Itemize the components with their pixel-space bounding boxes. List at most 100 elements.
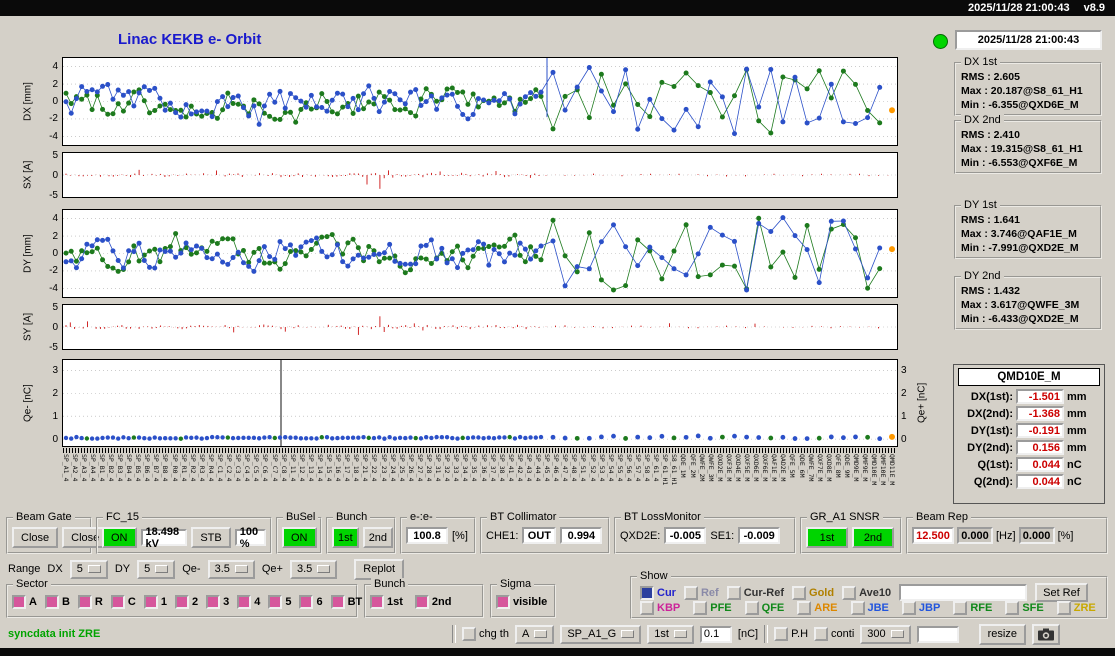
sector-checkbox-c[interactable]: C xyxy=(110,595,136,609)
x-tick-label: QDE_9M xyxy=(842,454,851,478)
x-tick-label: SP_27_4 xyxy=(415,454,424,482)
show-checkbox-are[interactable]: ARE xyxy=(797,601,838,615)
camera-icon xyxy=(1037,628,1054,640)
bunch-select-group: Bunch 1st 2nd xyxy=(364,578,484,618)
sector-checkbox-3[interactable]: 3 xyxy=(206,595,229,609)
ee-ratio-label: e-:e- xyxy=(407,511,436,524)
beam-rep-percent-unit: [%] xyxy=(1057,529,1074,542)
set-ref-button[interactable]: Set Ref xyxy=(1035,583,1088,602)
mode-value: A xyxy=(521,628,530,640)
show-checkbox-pfe[interactable]: PFE xyxy=(693,601,732,615)
snsr-2nd-button[interactable]: 2nd xyxy=(852,527,894,548)
sector-checkbox-a[interactable]: A xyxy=(12,595,37,609)
x-tick-label: SP_53_4 xyxy=(597,454,606,482)
monitor-row-label: DY(2nd): xyxy=(967,441,1013,454)
bunch-select[interactable]: 1st xyxy=(647,624,694,644)
x-tick-label: SP_35_4 xyxy=(470,454,479,482)
show-checkbox-are-label: ARE xyxy=(814,602,838,614)
show-checkbox-zre[interactable]: ZRE xyxy=(1056,601,1096,615)
replot-button[interactable]: Replot xyxy=(354,558,405,580)
sector-checkbox-a-label: A xyxy=(29,596,37,608)
snsr-1st-button[interactable]: 1st xyxy=(806,527,848,548)
dropdown-indicator-icon xyxy=(673,630,687,638)
show-checkbox-gold[interactable]: Gold xyxy=(792,585,835,600)
x-tick-label: SP_15_4 xyxy=(325,454,334,482)
x-tick-label: QMD11E_M xyxy=(888,454,897,486)
range-qe-plus-label: Qe+ xyxy=(261,563,283,575)
sector-checkbox-bt-indicator xyxy=(330,595,345,609)
ph-indicator xyxy=(774,627,789,641)
interval-select[interactable]: 300 xyxy=(860,624,911,644)
monitor-title: QMD10E_M xyxy=(958,368,1100,386)
x-tick-label: SP_B8_4 xyxy=(161,454,170,482)
sector-checkbox-b[interactable]: B xyxy=(44,595,70,609)
sector-checkbox-1[interactable]: 1 xyxy=(143,595,167,609)
screenshot-button[interactable] xyxy=(1031,623,1060,645)
sector-checkbox-4[interactable]: 4 xyxy=(237,595,260,609)
show-checkbox-kbp[interactable]: KBP xyxy=(640,601,680,615)
show-checkbox-ref[interactable]: Ref xyxy=(683,585,719,600)
show-checkbox-gold-label: Gold xyxy=(809,586,835,599)
show-checkbox-sfe[interactable]: SFE xyxy=(1005,601,1044,615)
range-qe-minus-value: 3.5 xyxy=(214,563,230,575)
bunch-2nd-button[interactable]: 2nd xyxy=(362,527,394,548)
sector-checkbox-6[interactable]: 6 xyxy=(299,595,323,609)
stats-min: Min : -7.991@QXD2E_M xyxy=(961,242,1079,254)
stats-group-title: DY 1st xyxy=(961,199,1000,212)
y-tick-label: 4 xyxy=(52,213,58,225)
chg-th-checkbox[interactable]: chg th xyxy=(462,627,509,641)
x-tick-label: QXD8E_M xyxy=(824,454,833,482)
show-checkbox-jbe[interactable]: JBE xyxy=(850,601,889,615)
sector-checkbox-bt[interactable]: BT xyxy=(330,595,362,609)
fc15-stb-button[interactable]: STB xyxy=(191,527,231,548)
busel-on-button[interactable]: ON xyxy=(282,527,317,548)
ref-file-entry[interactable] xyxy=(899,584,1028,601)
range-dx-select[interactable]: 5 xyxy=(69,559,108,579)
ee-ratio-unit: [%] xyxy=(452,529,468,542)
aux-entry[interactable] xyxy=(916,625,959,643)
stats-rms: RMS : 2.410 xyxy=(961,129,1020,141)
bunch-1st-button[interactable]: 1st xyxy=(332,527,359,548)
qe-plot-canvas xyxy=(63,360,897,446)
y-tick-label: 0 xyxy=(52,248,58,259)
range-qe-minus-select[interactable]: 3.5 xyxy=(207,559,255,579)
x-tick-label: SP_37_4 xyxy=(488,454,497,482)
y-tick-label: -5 xyxy=(49,341,58,353)
x-tick-label: SP_C3_4 xyxy=(234,454,243,482)
show-checkbox-qfe[interactable]: QFE xyxy=(744,601,784,615)
sector-label: Sector xyxy=(13,578,51,591)
y-tick-label: 0 xyxy=(52,433,58,445)
device-select[interactable]: SP_A1_G xyxy=(560,624,642,644)
range-qe-plus-select[interactable]: 3.5 xyxy=(289,559,338,579)
show-checkbox-cur[interactable]: Cur xyxy=(640,585,676,600)
device-value: SP_A1_G xyxy=(567,628,617,640)
gr-a1-snsr-label: GR_A1 SNSR xyxy=(807,511,883,524)
qxd2e-value-field: -0.005 xyxy=(664,527,707,544)
mode-select[interactable]: A xyxy=(514,624,555,644)
fc15-on-button[interactable]: ON xyxy=(102,527,137,548)
stats-max: Max : 3.746@QAF1E_M xyxy=(961,228,1077,240)
monitor-row-unit: nC xyxy=(1067,458,1082,471)
show-checkbox-cur-ref[interactable]: Cur-Ref xyxy=(726,585,784,600)
y-tick-label-right: 2 xyxy=(901,387,907,399)
threshold-entry[interactable] xyxy=(699,625,732,643)
range-dy-select[interactable]: 5 xyxy=(137,559,176,579)
x-tick-label: QAD2E_M xyxy=(779,454,788,482)
che1-value-field: 0.994 xyxy=(560,527,603,544)
sector-checkbox-a-indicator xyxy=(12,595,26,609)
sector-checkbox-5[interactable]: 5 xyxy=(268,595,291,609)
beam-gate-close-button-1[interactable]: Close xyxy=(12,527,59,548)
resize-button[interactable]: resize xyxy=(978,623,1026,645)
sector-checkbox-2[interactable]: 2 xyxy=(174,595,198,609)
bunch-checkbox-2nd-indicator xyxy=(414,595,429,609)
bunch-checkbox-2nd[interactable]: 2nd xyxy=(414,595,451,609)
sigma-checkbox-visible[interactable]: visible xyxy=(496,595,547,609)
show-checkbox-ave10[interactable]: Ave10 xyxy=(842,585,891,600)
ph-checkbox[interactable]: P.H xyxy=(774,627,808,641)
show-checkbox-rfe[interactable]: RFE xyxy=(953,601,992,615)
x-tick-label: S8_61_H1 xyxy=(670,454,679,486)
show-checkbox-jbp[interactable]: JBP xyxy=(901,601,940,615)
bunch-checkbox-1st[interactable]: 1st xyxy=(370,595,403,609)
conti-checkbox[interactable]: conti xyxy=(814,627,854,641)
sector-checkbox-r[interactable]: R xyxy=(77,595,103,609)
